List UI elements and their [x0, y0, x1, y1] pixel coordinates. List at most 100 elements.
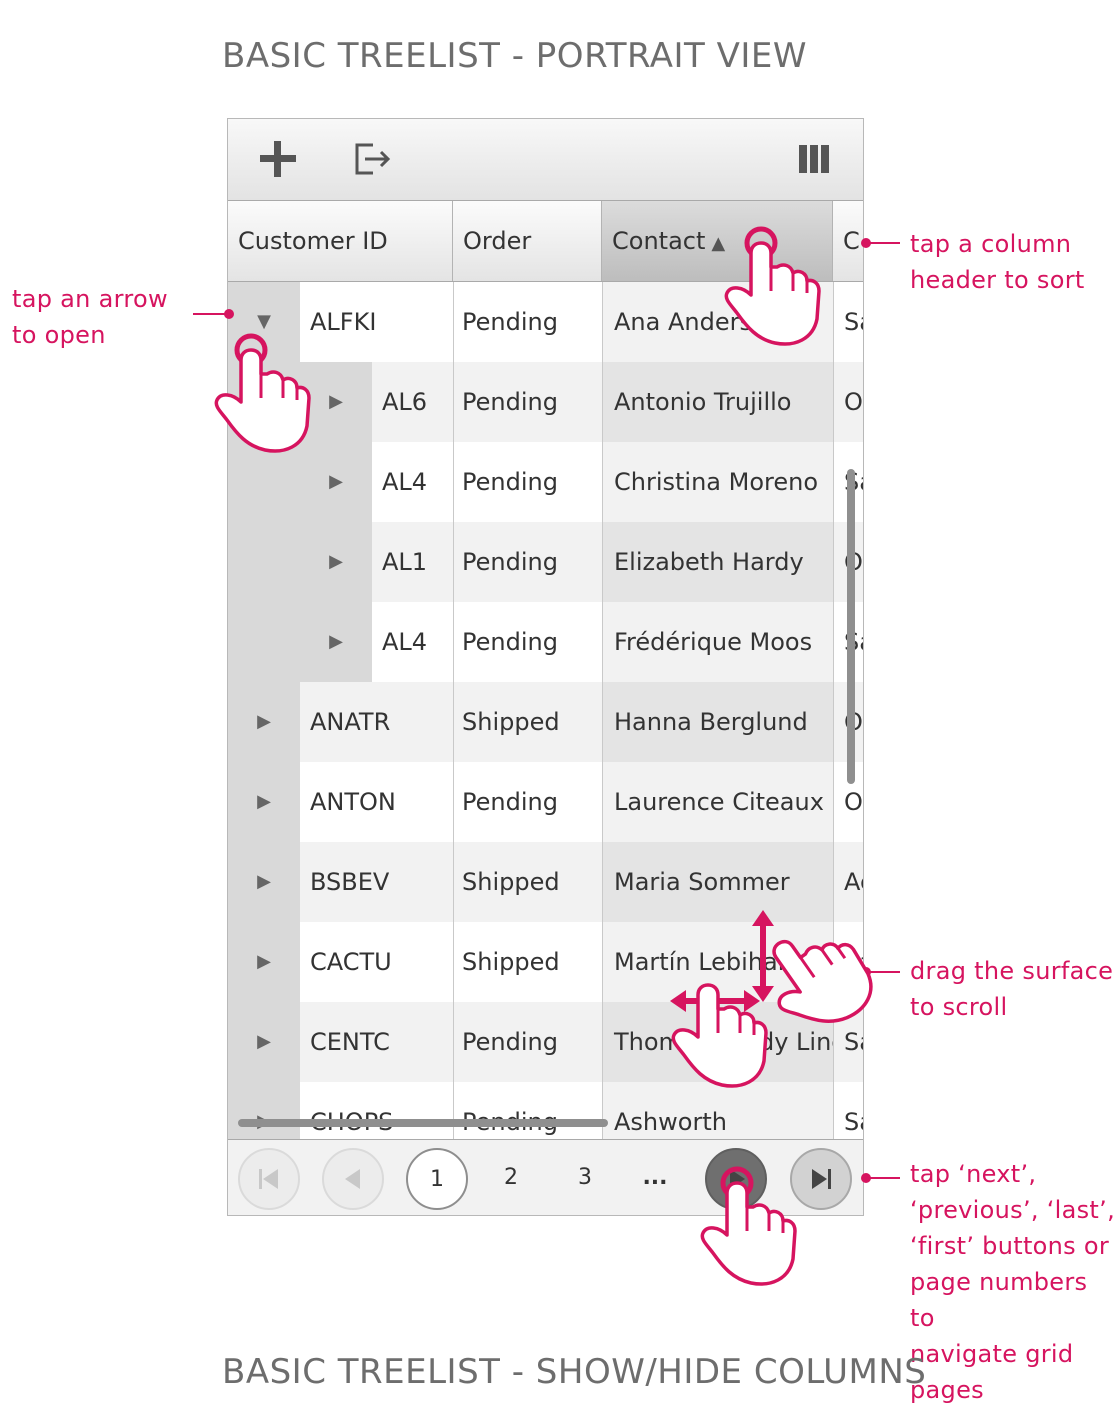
cell-contact: Christina Moreno	[602, 442, 833, 522]
collapse-arrow-icon[interactable]: ▼	[228, 282, 300, 362]
cell-extra: Sa	[833, 1082, 863, 1139]
cell-contact: Laurence Citeaux	[602, 762, 833, 842]
previous-page-icon	[345, 1169, 360, 1189]
cell-extra: Sa	[833, 922, 863, 1002]
cell-customer-id: ANATR	[300, 682, 453, 762]
last-page-icon	[812, 1169, 831, 1189]
cell-customer-id: CACTU	[300, 922, 453, 1002]
plus-icon[interactable]	[258, 139, 298, 179]
cell-order: Pending	[453, 442, 602, 522]
column-header-label: Customer ID	[238, 227, 388, 255]
columns-icon[interactable]	[795, 139, 835, 179]
table-row[interactable]: ▼ALFKIPendingAna AndersSa	[228, 282, 863, 362]
page-button-3[interactable]: 3	[554, 1148, 616, 1210]
cell-order: Shipped	[453, 682, 602, 762]
table-row[interactable]: ▶CENTCPendingThomas Hardy LincolnSa	[228, 1002, 863, 1082]
annotation-text: ‘previous’, ‘last’,	[910, 1196, 1116, 1224]
cell-customer-id: CHOPS	[300, 1082, 453, 1139]
pager: 1 2 3 ...	[228, 1139, 863, 1215]
cell-contact: Antonio Trujillo	[602, 362, 833, 442]
column-header-label: Order	[463, 227, 532, 255]
annotation-line-open	[193, 313, 227, 315]
page-button-2[interactable]: 2	[480, 1148, 542, 1210]
expand-arrow-icon[interactable]: ▶	[228, 1082, 300, 1139]
cell-order: Shipped	[453, 922, 602, 1002]
page-ellipsis: ...	[642, 1165, 668, 1190]
table-row[interactable]: ▶ANTONPendingLaurence CiteauxOw	[228, 762, 863, 842]
treelist-grid[interactable]: Customer ID Order Contact ▲ C ▼ ALFKI Pendi…	[227, 118, 864, 1216]
page-title: BASIC TREELIST - PORTRAIT VIEW	[222, 36, 807, 76]
expand-arrow-icon[interactable]: ▶	[300, 442, 372, 522]
annotation-text: drag the surface	[910, 957, 1114, 985]
expand-arrow-icon[interactable]: ▶	[300, 362, 372, 442]
expand-arrow-icon[interactable]: ▶	[228, 762, 300, 842]
page-number: 2	[504, 1165, 518, 1190]
annotation-line-navigate	[866, 1177, 900, 1179]
grid-toolbar	[228, 119, 863, 201]
annotation-dot-scroll	[861, 967, 871, 977]
column-header-row: Customer ID Order Contact ▲ C	[228, 201, 863, 282]
annotation-sort: tap a column header to sort	[910, 226, 1085, 298]
next-section-title: BASIC TREELIST - SHOW/HIDE COLUMNS	[222, 1352, 927, 1392]
vertical-scrollbar[interactable]	[847, 469, 855, 784]
table-row[interactable]: ▶CHOPSPendingAshworthSa	[228, 1082, 863, 1139]
annotation-line-scroll	[866, 971, 900, 973]
annotation-text: tap an arrow	[12, 285, 168, 313]
cell-customer-id: AL6	[372, 362, 453, 442]
cell-customer-id: AL4	[372, 602, 453, 682]
last-page-button[interactable]	[790, 1148, 852, 1210]
expand-arrow-icon[interactable]: ▶	[228, 682, 300, 762]
grid-body[interactable]: ▼ALFKIPendingAna AndersSa▶AL6PendingAnto…	[228, 282, 863, 1139]
expand-arrow-icon[interactable]: ▶	[228, 1002, 300, 1082]
cell-order: Shipped	[453, 842, 602, 922]
table-row[interactable]: ▶ANATRShippedHanna BerglundOw	[228, 682, 863, 762]
first-page-button[interactable]	[238, 1148, 300, 1210]
cell-order: Pending	[453, 522, 602, 602]
table-row[interactable]: ▶AL6PendingAntonio TrujilloOw	[228, 362, 863, 442]
table-row[interactable]: ▶CACTUShippedMartín LebihanSa	[228, 922, 863, 1002]
page-number: 3	[578, 1165, 592, 1190]
annotation-text: tap a column	[910, 230, 1072, 258]
table-row[interactable]: ▶AL1PendingElizabeth HardyOw	[228, 522, 863, 602]
cell-customer-id: AL1	[372, 522, 453, 602]
column-header-contact[interactable]: Contact ▲	[602, 201, 833, 281]
cell-contact: Ana Anders	[602, 282, 833, 362]
annotation-text: ‘first’ buttons or	[910, 1232, 1110, 1260]
column-header-order[interactable]: Order	[453, 201, 602, 281]
expand-arrow-icon[interactable]: ▶	[228, 922, 300, 1002]
sort-ascending-icon: ▲	[711, 233, 726, 254]
previous-page-button[interactable]	[322, 1148, 384, 1210]
annotation-text: to scroll	[910, 993, 1008, 1021]
page-button-1[interactable]: 1	[406, 1148, 468, 1210]
cell-contact: Ashworth	[602, 1082, 833, 1139]
export-icon[interactable]	[353, 139, 393, 179]
cell-contact: Elizabeth Hardy	[602, 522, 833, 602]
column-header-extra[interactable]: C	[833, 201, 863, 281]
annotation-text: page numbers to	[910, 1268, 1088, 1332]
cell-customer-id: BSBEV	[300, 842, 453, 922]
expand-arrow-icon[interactable]: ▶	[300, 522, 372, 602]
cell-extra: Ac	[833, 842, 863, 922]
annotation-text: tap ‘next’,	[910, 1160, 1037, 1188]
page-button-more[interactable]: ...	[624, 1148, 686, 1210]
cell-order: Pending	[453, 602, 602, 682]
table-row[interactable]: ▶BSBEVShippedMaria SommerAc	[228, 842, 863, 922]
annotation-navigate: tap ‘next’, ‘previous’, ‘last’, ‘first’ …	[910, 1156, 1117, 1408]
annotation-dot-navigate	[861, 1173, 871, 1183]
first-page-icon	[259, 1169, 278, 1189]
column-header-customer-id[interactable]: Customer ID	[228, 201, 453, 281]
cell-contact: Frédérique Moos	[602, 602, 833, 682]
expand-arrow-icon[interactable]: ▶	[228, 842, 300, 922]
cell-extra: Sa	[833, 282, 863, 362]
expand-arrow-icon[interactable]: ▶	[300, 602, 372, 682]
table-row[interactable]: ▶AL4PendingFrédérique MoosSa	[228, 602, 863, 682]
horizontal-scrollbar[interactable]	[238, 1119, 608, 1127]
next-page-button[interactable]	[705, 1148, 767, 1210]
cell-customer-id: AL4	[372, 442, 453, 522]
annotation-line-sort	[866, 242, 900, 244]
table-row[interactable]: ▶AL4PendingChristina MorenoSa	[228, 442, 863, 522]
column-header-label: Contact	[612, 227, 706, 255]
cell-customer-id: ALFKI	[300, 282, 453, 362]
cell-contact: Maria Sommer	[602, 842, 833, 922]
cell-order: Pending	[453, 1082, 602, 1139]
